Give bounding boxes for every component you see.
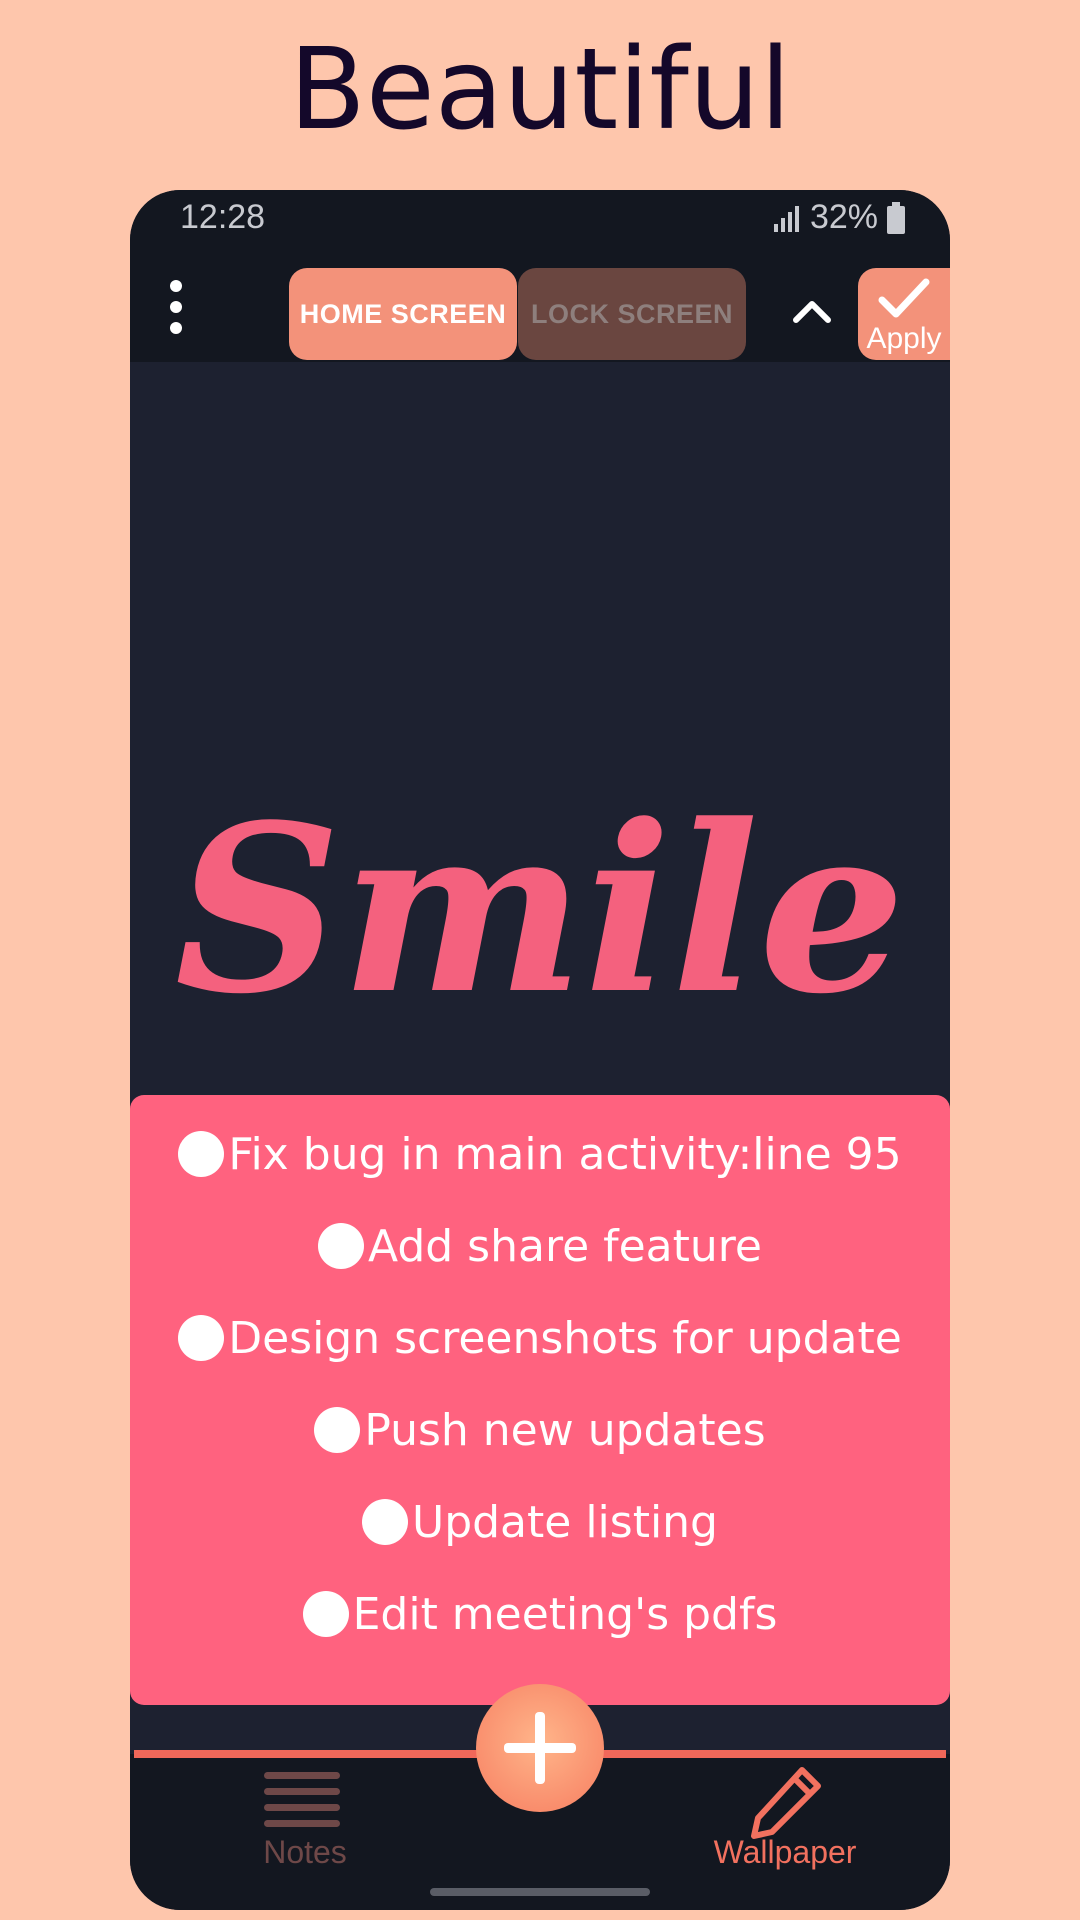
tab-home-screen[interactable]: HOME SCREEN <box>289 268 517 360</box>
list-item: Edit meeting's pdfs <box>130 1585 950 1645</box>
list-item: Push new updates <box>130 1401 950 1461</box>
add-note-button[interactable] <box>476 1684 604 1812</box>
bullet-icon <box>178 1131 225 1177</box>
apply-button[interactable]: Apply <box>858 268 950 360</box>
promo-headline: Beautiful <box>289 25 791 155</box>
note-text: Design screenshots for update <box>228 1313 902 1364</box>
list-item: Fix bug in main activity:line 95 <box>130 1125 950 1185</box>
home-indicator[interactable] <box>430 1888 650 1896</box>
nav-notes-label: Notes <box>263 1834 347 1870</box>
note-text: Push new updates <box>364 1405 766 1456</box>
nav-item-notes[interactable]: Notes <box>220 1762 380 1892</box>
apply-label: Apply <box>866 322 942 355</box>
notes-card[interactable]: Fix bug in main activity:line 95 Add sha… <box>130 1095 950 1705</box>
bullet-icon <box>314 1407 361 1453</box>
wallpaper-title: Smile <box>174 775 906 1045</box>
pencil-icon <box>751 1767 821 1839</box>
status-time: 12:28 <box>180 198 266 236</box>
list-item: Update listing <box>130 1493 950 1553</box>
tab-lock-screen[interactable]: LOCK SCREEN <box>518 268 746 360</box>
status-indicators: 32% <box>772 198 906 237</box>
nav-item-wallpaper[interactable]: Wallpaper <box>690 1762 870 1892</box>
list-item: Add share feature <box>130 1217 950 1277</box>
top-toolbar: HOME SCREEN LOCK SCREEN Apply <box>130 250 950 362</box>
bullet-icon <box>302 1591 349 1637</box>
chevron-up-icon[interactable] <box>790 290 834 334</box>
check-icon <box>878 278 930 318</box>
status-bar: 12:28 32% <box>130 190 950 250</box>
signal-icon <box>773 205 799 232</box>
note-text: Edit meeting's pdfs <box>352 1589 778 1640</box>
more-options-icon[interactable] <box>166 280 186 334</box>
bullet-icon <box>178 1315 225 1361</box>
bullet-icon <box>318 1223 364 1269</box>
note-text: Update listing <box>411 1497 718 1548</box>
plus-icon <box>504 1712 576 1784</box>
phone-screen: 12:28 32% HOME SCREEN LOCK SCREEN Apply … <box>130 190 950 1910</box>
nav-wallpaper-label: Wallpaper <box>713 1834 857 1870</box>
battery-icon <box>887 201 905 234</box>
note-text: Fix bug in main activity:line 95 <box>228 1129 902 1180</box>
note-text: Add share feature <box>368 1221 762 1272</box>
battery-percentage: 32% <box>809 198 878 236</box>
bullet-icon <box>361 1499 408 1545</box>
list-item: Design screenshots for update <box>130 1309 950 1369</box>
menu-lines-icon <box>264 1772 340 1827</box>
